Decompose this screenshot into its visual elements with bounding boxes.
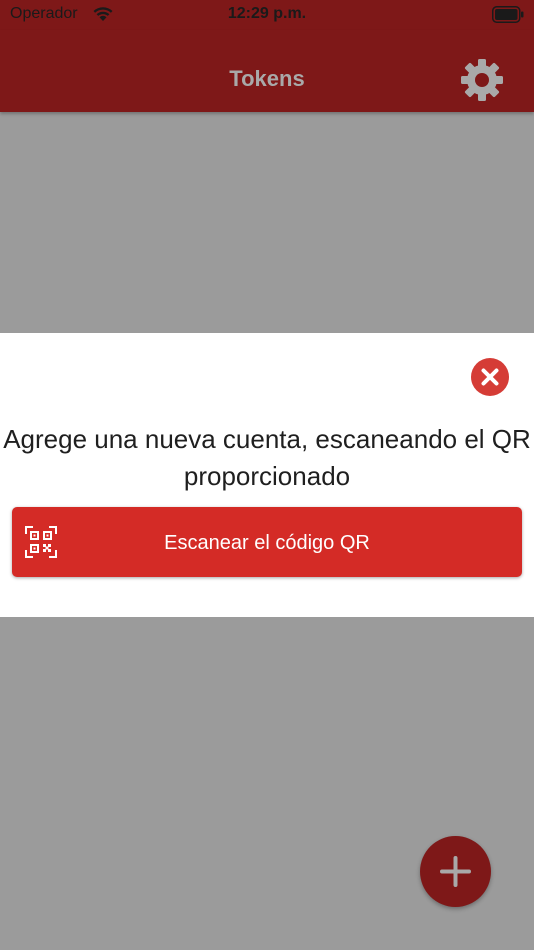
- scan-qr-button[interactable]: Escanear el código QR: [12, 507, 522, 577]
- status-time: 12:29 p.m.: [227, 5, 307, 22]
- add-account-modal: Agrege una nueva cuenta, escaneando el Q…: [0, 333, 534, 617]
- close-button[interactable]: [471, 358, 509, 396]
- navigation-bar: Tokens: [0, 30, 534, 112]
- modal-message: Agrege una nueva cuenta, escaneando el Q…: [3, 424, 531, 491]
- plus-icon: [440, 856, 471, 887]
- scan-qr-label: Escanear el código QR: [164, 532, 370, 554]
- close-icon: [481, 368, 499, 386]
- add-token-button[interactable]: [420, 836, 491, 907]
- page-title: Tokens: [229, 66, 305, 91]
- status-bar: Operador 12:29 p.m.: [0, 0, 534, 30]
- battery-icon: [492, 6, 524, 23]
- gear-icon[interactable]: [458, 56, 506, 104]
